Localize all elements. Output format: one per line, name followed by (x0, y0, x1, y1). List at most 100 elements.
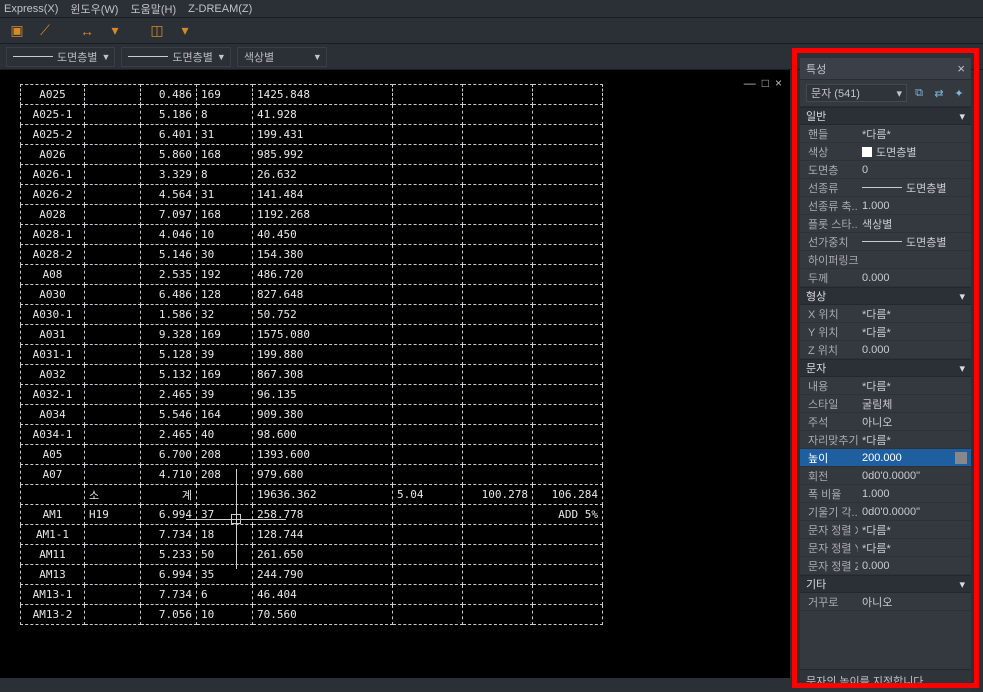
property-key: 거꾸로 (800, 594, 858, 610)
linetype-combo[interactable]: 도면층별 ▼ (6, 47, 115, 67)
property-row[interactable]: Y 위치*다름* (800, 323, 971, 341)
table-cell (85, 565, 141, 585)
table-cell (393, 545, 463, 565)
property-row[interactable]: 색상도면층별 (800, 143, 971, 161)
property-value[interactable]: 0 (858, 164, 971, 176)
polyline-icon[interactable]: ⟋ (34, 21, 56, 41)
property-row[interactable]: 자리맞추기*다름* (800, 431, 971, 449)
property-value[interactable]: 굴림체 (858, 396, 971, 412)
table-cell: 소 (85, 485, 141, 505)
menu-help[interactable]: 도움말(H) (130, 1, 176, 17)
property-value[interactable]: *다름* (858, 540, 971, 556)
property-value[interactable]: 0.000 (858, 344, 971, 356)
property-row[interactable]: 선종류 축...1.000 (800, 197, 971, 215)
table-cell (393, 525, 463, 545)
property-row[interactable]: 주석아니오 (800, 413, 971, 431)
property-value[interactable]: 1.000 (858, 488, 971, 500)
table-cell (463, 305, 533, 325)
property-value[interactable]: 색상별 (858, 216, 971, 232)
property-row[interactable]: 스타일굴림체 (800, 395, 971, 413)
table-cell (393, 325, 463, 345)
color-swatch-icon (862, 147, 872, 157)
property-row[interactable]: X 위치*다름* (800, 305, 971, 323)
table-cell: 18 (197, 525, 253, 545)
table-cell (393, 205, 463, 225)
close-icon[interactable]: × (775, 76, 782, 90)
section-header-geom[interactable]: 형상▾ (800, 287, 971, 305)
property-row[interactable]: 문자 정렬 Y*다름* (800, 539, 971, 557)
property-value[interactable]: 도면층별 (858, 180, 971, 196)
maximize-icon[interactable]: □ (762, 76, 769, 90)
property-row[interactable]: 문자 정렬 X*다름* (800, 521, 971, 539)
table-cell (533, 465, 603, 485)
table-cell (393, 365, 463, 385)
dropdown-icon[interactable]: ▾ (174, 21, 196, 41)
section-header-general[interactable]: 일반▾ (800, 107, 971, 125)
dropdown-icon[interactable]: ▾ (104, 21, 126, 41)
property-row[interactable]: 선종류도면층별 (800, 179, 971, 197)
property-value[interactable]: *다름* (858, 324, 971, 340)
menu-window[interactable]: 윈도우(W) (70, 1, 118, 17)
property-value[interactable]: 0.000 (858, 560, 971, 572)
property-row[interactable]: 선가중치도면층별 (800, 233, 971, 251)
menu-zdream[interactable]: Z-DREAM(Z) (188, 3, 252, 15)
property-row[interactable]: 기울기 각...0d0'0.0000" (800, 503, 971, 521)
property-value-text: 0 (862, 164, 868, 176)
property-row[interactable]: 두께0.000 (800, 269, 971, 287)
table-cell (393, 165, 463, 185)
minimize-icon[interactable]: — (744, 76, 756, 90)
table-cell (463, 465, 533, 485)
property-value[interactable]: 0d0'0.0000" (858, 470, 971, 482)
toggle-pickadd-icon[interactable]: ⇄ (931, 87, 947, 100)
property-value[interactable]: 아니오 (858, 594, 971, 610)
lineweight-combo[interactable]: 도면층별 ▼ (121, 47, 230, 67)
property-value[interactable]: 0.000 (858, 272, 971, 284)
section-header-text[interactable]: 문자▾ (800, 359, 971, 377)
property-value[interactable]: 0d0'0.0000" (858, 506, 971, 518)
property-value[interactable]: *다름* (858, 522, 971, 538)
close-icon[interactable]: × (957, 61, 965, 76)
property-value[interactable]: *다름* (858, 432, 971, 448)
measure-icon[interactable]: ↔ (76, 21, 98, 41)
property-value[interactable]: *다름* (858, 306, 971, 322)
region-icon[interactable]: ◫ (146, 21, 168, 41)
property-value[interactable]: *다름* (858, 126, 971, 142)
property-row[interactable]: 높이200.000 (800, 449, 971, 467)
property-value[interactable]: 아니오 (858, 414, 971, 430)
property-value[interactable]: 1.000 (858, 200, 971, 212)
table-row: A028-25.14630154.380 (21, 245, 603, 265)
select-objects-icon[interactable]: ✦ (951, 87, 967, 100)
property-value[interactable]: 도면층별 (858, 234, 971, 250)
quick-select-icon[interactable]: ⧉ (911, 87, 927, 100)
color-combo[interactable]: 색상별 ▼ (237, 47, 327, 67)
calculator-icon[interactable] (955, 452, 967, 464)
property-row[interactable]: 폭 비율1.000 (800, 485, 971, 503)
table-cell: 3.329 (141, 165, 197, 185)
property-value-text: *다름* (862, 540, 891, 556)
table-cell: 4.564 (141, 185, 197, 205)
table-cell: 141.484 (253, 185, 393, 205)
property-row[interactable]: Z 위치0.000 (800, 341, 971, 359)
property-value[interactable]: 도면층별 (858, 144, 971, 160)
property-row[interactable]: 내용*다름* (800, 377, 971, 395)
menu-express[interactable]: Express(X) (4, 3, 58, 15)
property-row[interactable]: 핸들*다름* (800, 125, 971, 143)
table-cell (463, 245, 533, 265)
property-row[interactable]: 거꾸로아니오 (800, 593, 971, 611)
property-key: X 위치 (800, 306, 858, 322)
table-cell: 5.128 (141, 345, 197, 365)
layer-icon[interactable]: ▣ (6, 21, 28, 41)
property-row[interactable]: 도면층 0 (800, 161, 971, 179)
property-value[interactable]: 200.000 (858, 452, 971, 464)
section-header-misc[interactable]: 기타▾ (800, 575, 971, 593)
table-cell (463, 325, 533, 345)
property-row[interactable]: 하이퍼링크 (800, 251, 971, 269)
property-key: 도면층 (800, 162, 858, 178)
property-row[interactable]: 회전0d0'0.0000" (800, 467, 971, 485)
property-value[interactable]: *다름* (858, 378, 971, 394)
property-row[interactable]: 문자 정렬 Z0.000 (800, 557, 971, 575)
drawing-canvas[interactable]: — □ × A0250.4861691425.848A025-15.186841… (0, 70, 790, 678)
selection-type-combo[interactable]: 문자 (541) ▾ (806, 84, 907, 102)
property-row[interactable]: 플롯 스타...색상별 (800, 215, 971, 233)
table-row: A0265.860168985.992 (21, 145, 603, 165)
